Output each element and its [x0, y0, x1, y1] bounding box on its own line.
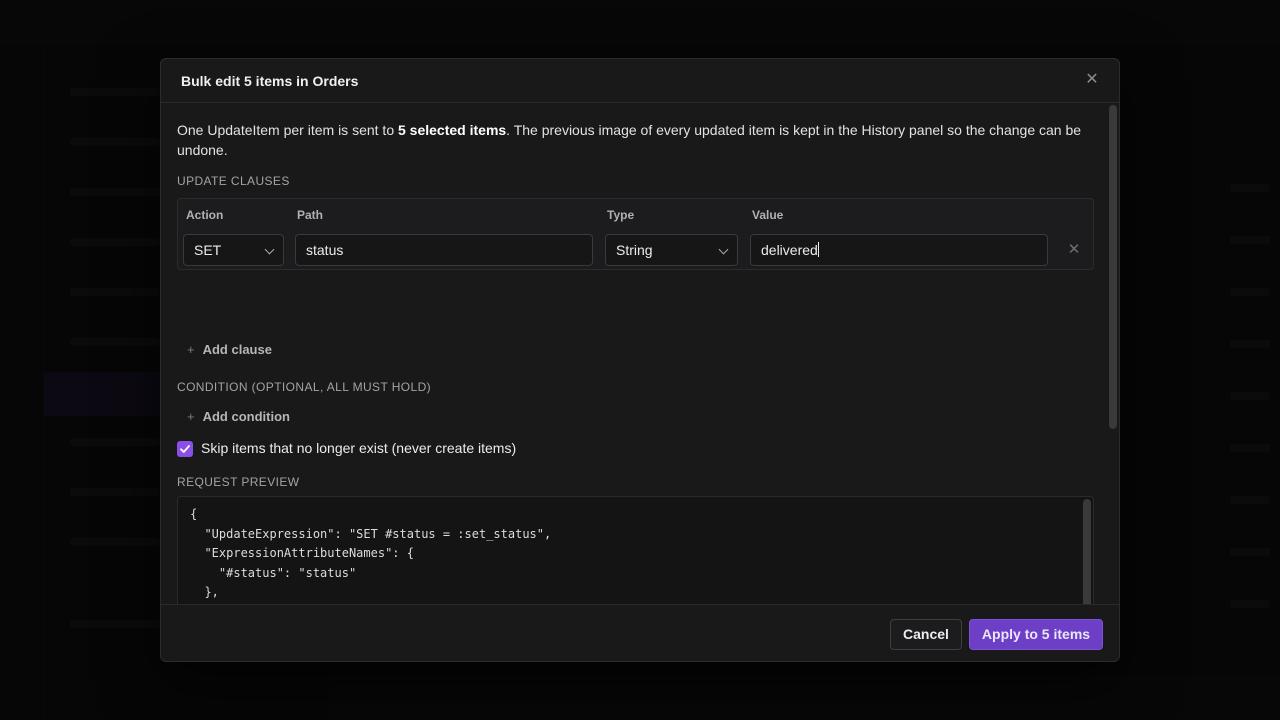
selected-items-count: 5 selected items [398, 122, 506, 138]
update-clauses-label: UPDATE CLAUSES [177, 174, 290, 188]
column-header-value: Value [752, 208, 783, 222]
value-input-value: delivered [761, 242, 818, 258]
remove-clause-icon[interactable]: ✕ [1065, 241, 1083, 259]
intro-text: One UpdateItem per item is sent to 5 sel… [177, 120, 1097, 160]
chevron-down-icon [719, 245, 729, 255]
intro-text-start: One UpdateItem per item is sent to [177, 122, 398, 138]
condition-label: CONDITION (OPTIONAL, ALL MUST HOLD) [177, 380, 431, 394]
dialog-body: One UpdateItem per item is sent to 5 sel… [161, 104, 1109, 604]
type-select[interactable]: String [605, 234, 738, 266]
bulk-edit-dialog: Bulk edit 5 items in Orders ✕ One Update… [160, 58, 1120, 662]
action-select[interactable]: SET [183, 234, 284, 266]
add-clause-label: Add clause [203, 342, 272, 357]
path-input[interactable]: status [295, 234, 593, 266]
column-header-type: Type [607, 208, 634, 222]
path-input-value: status [306, 242, 343, 258]
update-clauses-table: Action Path Type Value SET status String… [177, 198, 1094, 270]
skip-missing-checkbox[interactable] [177, 441, 193, 457]
checkmark-icon [179, 443, 191, 455]
add-condition-button[interactable]: + Add condition [187, 409, 290, 424]
action-select-value: SET [194, 242, 221, 258]
request-preview-label: REQUEST PREVIEW [177, 475, 299, 489]
dialog-scrollbar[interactable] [1109, 105, 1117, 429]
column-header-path: Path [297, 208, 323, 222]
add-clause-button[interactable]: + Add clause [187, 342, 272, 357]
value-input[interactable]: delivered [750, 234, 1048, 266]
plus-icon: + [187, 342, 195, 357]
apply-button[interactable]: Apply to 5 items [969, 619, 1103, 650]
dialog-header: Bulk edit 5 items in Orders ✕ [161, 59, 1119, 103]
plus-icon: + [187, 409, 195, 424]
request-preview[interactable]: { "UpdateExpression": "SET #status = :se… [177, 496, 1094, 604]
column-header-action: Action [186, 208, 223, 222]
request-preview-code: { "UpdateExpression": "SET #status = :se… [190, 505, 551, 604]
chevron-down-icon [265, 245, 275, 255]
text-cursor [818, 242, 819, 257]
close-icon[interactable]: ✕ [1083, 71, 1101, 89]
preview-scrollbar[interactable] [1083, 499, 1091, 604]
skip-missing-label: Skip items that no longer exist (never c… [201, 440, 516, 456]
type-select-value: String [616, 242, 653, 258]
dialog-footer: Cancel Apply to 5 items [161, 604, 1119, 661]
cancel-button[interactable]: Cancel [890, 619, 962, 650]
dialog-title: Bulk edit 5 items in Orders [181, 73, 358, 89]
add-condition-label: Add condition [203, 409, 290, 424]
